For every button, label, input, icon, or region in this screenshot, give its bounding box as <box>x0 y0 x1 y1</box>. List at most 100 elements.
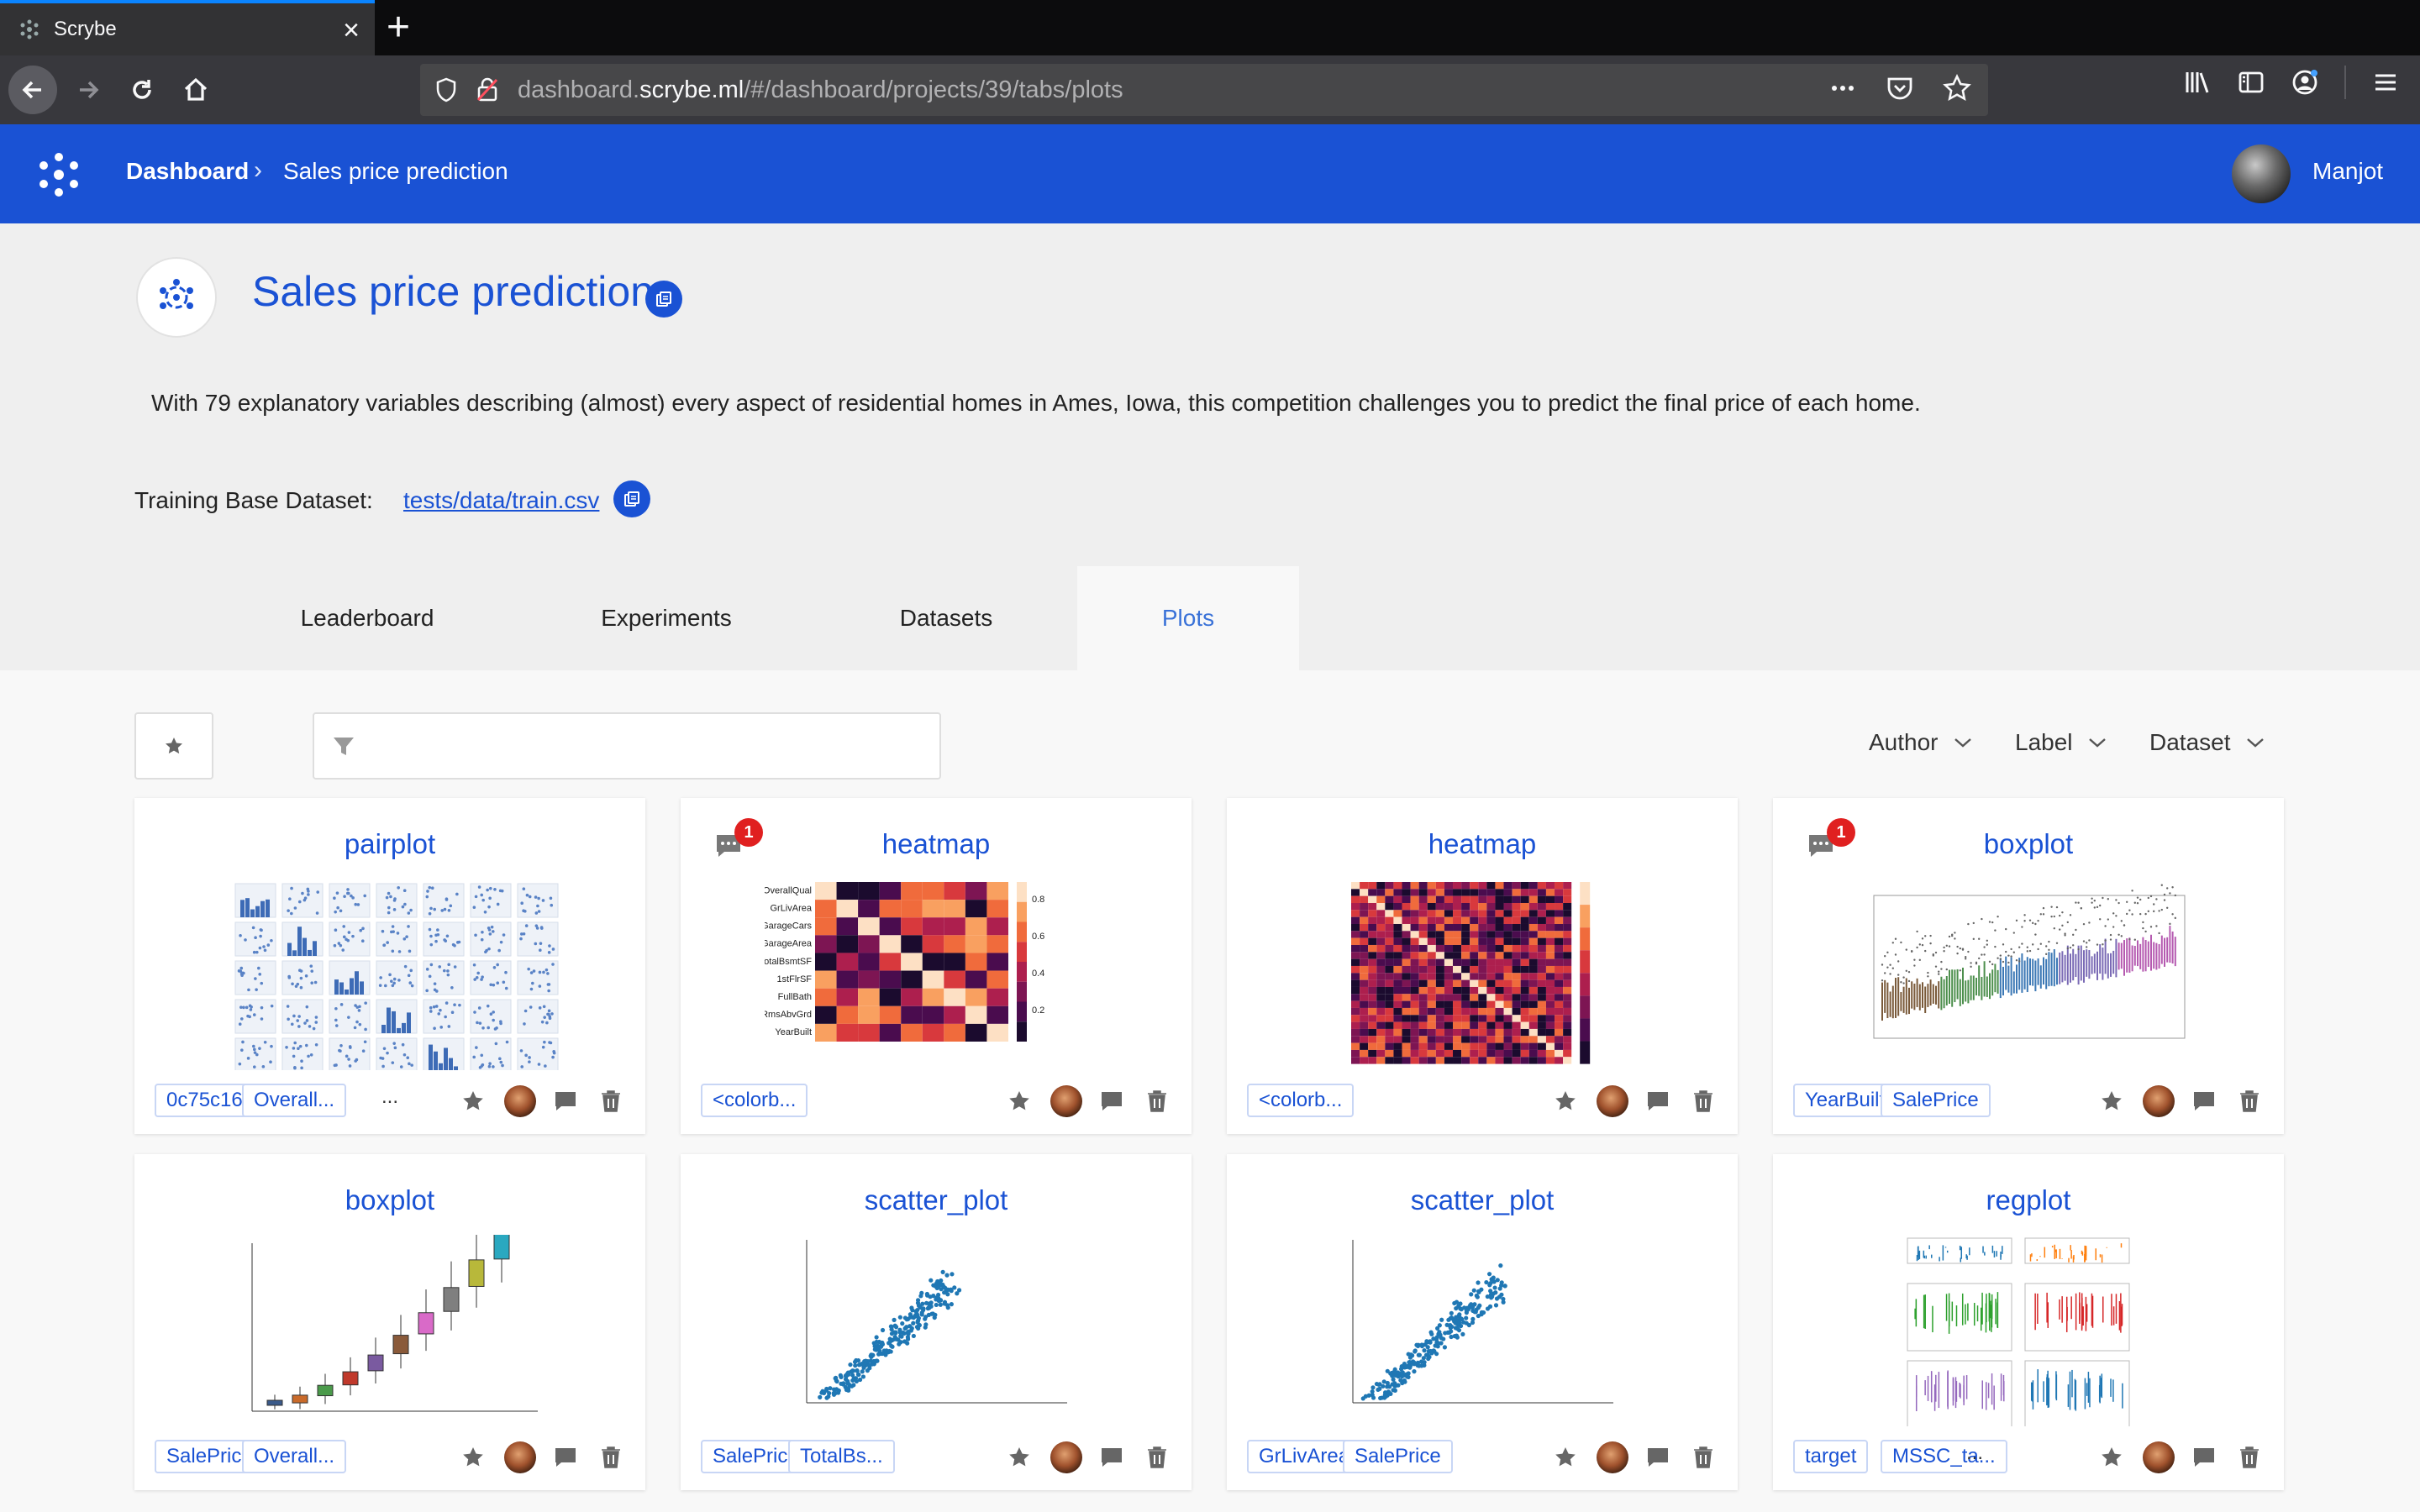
plot-card-title[interactable]: pairplot <box>134 828 645 860</box>
trash-icon[interactable] <box>1144 1445 1170 1470</box>
shield-icon[interactable] <box>435 77 457 102</box>
plot-thumbnail[interactable] <box>1311 879 1654 1070</box>
library-icon[interactable] <box>2183 68 2212 97</box>
more-tags-ellipsis[interactable]: ... <box>381 1085 398 1109</box>
tab-experiments[interactable]: Experiments <box>555 566 778 670</box>
pairplot-point <box>430 886 434 890</box>
plot-thumbnail[interactable] <box>218 879 561 1070</box>
trash-icon[interactable] <box>2237 1445 2262 1470</box>
author-avatar[interactable] <box>1597 1441 1628 1473</box>
star-icon[interactable] <box>2099 1445 2124 1470</box>
home-button[interactable] <box>171 66 220 114</box>
plot-thumbnail[interactable] <box>218 1235 561 1426</box>
plot-card[interactable]: heatmap 1 OverallQual GrLivArea GarageCars Ga… <box>681 798 1192 1134</box>
plot-thumbnail[interactable] <box>765 1235 1107 1426</box>
tab-leaderboard[interactable]: Leaderboard <box>252 566 482 670</box>
plot-thumbnail[interactable]: OverallQualGrLivAreaGarageCarsGarageArea… <box>765 879 1107 1070</box>
comment-icon[interactable] <box>2191 1089 2217 1114</box>
plot-tag[interactable]: TotalBs... <box>788 1440 895 1473</box>
plot-search-input[interactable] <box>313 712 941 780</box>
plot-card[interactable]: boxplot SalePrice Overall... <box>134 1154 645 1490</box>
comment-icon[interactable] <box>2191 1445 2217 1470</box>
plot-tag[interactable]: SalePrice <box>1881 1084 1991 1117</box>
address-bar[interactable]: dashboard.scrybe.ml/#/dashboard/projects… <box>420 64 1988 116</box>
back-button[interactable] <box>8 66 57 114</box>
dataset-dropdown[interactable]: Dataset <box>2149 729 2265 756</box>
plot-card[interactable]: boxplot 1 YearBuilt SalePrice <box>1773 798 2284 1134</box>
new-tab-icon[interactable]: + <box>387 5 410 50</box>
user-avatar[interactable] <box>2232 144 2291 203</box>
author-avatar[interactable] <box>504 1085 536 1117</box>
sidebar-icon[interactable] <box>2237 68 2265 97</box>
trash-icon[interactable] <box>1691 1445 1716 1470</box>
user-name[interactable]: Manjot <box>2312 158 2383 185</box>
star-icon[interactable] <box>1553 1089 1578 1114</box>
plot-thumbnail[interactable] <box>1311 1235 1654 1426</box>
author-avatar[interactable] <box>1050 1085 1082 1117</box>
label-dropdown[interactable]: Label <box>2015 729 2107 756</box>
plot-card-title[interactable]: scatter_plot <box>1227 1184 1738 1216</box>
insecure-lock-icon[interactable] <box>476 77 499 102</box>
more-tags-ellipsis[interactable]: ... <box>1966 1441 1983 1465</box>
reload-button[interactable] <box>118 66 166 114</box>
plot-card-title[interactable]: boxplot <box>134 1184 645 1216</box>
bookmark-star-icon[interactable] <box>1943 74 1971 102</box>
plot-tag[interactable]: SalePrice <box>1343 1440 1453 1473</box>
forward-button[interactable] <box>64 66 113 114</box>
comment-icon[interactable] <box>553 1445 578 1470</box>
plot-tag[interactable]: <colorb... <box>701 1084 808 1117</box>
tab-plots[interactable]: Plots <box>1077 566 1299 670</box>
comment-icon[interactable] <box>1645 1445 1670 1470</box>
trash-icon[interactable] <box>2237 1089 2262 1114</box>
star-icon[interactable] <box>460 1089 486 1114</box>
plot-card[interactable]: pairplot 0c75c16... Overall...... <box>134 798 645 1134</box>
plot-thumbnail[interactable] <box>1857 1235 2200 1426</box>
pocket-icon[interactable] <box>1886 74 1914 102</box>
plot-card[interactable]: heatmap <colorb... <box>1227 798 1738 1134</box>
plot-tag[interactable]: MSSC_ta... <box>1881 1440 2007 1473</box>
trash-icon[interactable] <box>598 1089 623 1114</box>
trash-icon[interactable] <box>1144 1089 1170 1114</box>
plot-card-title[interactable]: heatmap <box>1227 828 1738 860</box>
plot-card-title[interactable]: regplot <box>1773 1184 2284 1216</box>
plot-tag[interactable]: Overall... <box>242 1084 347 1117</box>
author-avatar[interactable] <box>504 1441 536 1473</box>
breadcrumb-dashboard[interactable]: Dashboard <box>126 158 249 185</box>
plot-card-title[interactable]: scatter_plot <box>681 1184 1192 1216</box>
author-avatar[interactable] <box>1050 1441 1082 1473</box>
plot-tag[interactable]: target <box>1793 1440 1869 1473</box>
close-tab-icon[interactable]: × <box>343 13 360 47</box>
star-icon[interactable] <box>1007 1445 1032 1470</box>
trash-icon[interactable] <box>598 1445 623 1470</box>
copy-dataset-button[interactable] <box>613 480 650 517</box>
trash-icon[interactable] <box>1691 1089 1716 1114</box>
star-icon[interactable] <box>1553 1445 1578 1470</box>
tab-datasets[interactable]: Datasets <box>862 566 1030 670</box>
plot-card[interactable]: regplot target MSSC_ta...... <box>1773 1154 2284 1490</box>
star-icon[interactable] <box>2099 1089 2124 1114</box>
plot-thumbnail[interactable] <box>1857 879 2200 1070</box>
training-dataset-link[interactable]: tests/data/train.csv <box>403 487 599 514</box>
menu-icon[interactable] <box>2371 68 2400 97</box>
plot-tag[interactable]: Overall... <box>242 1440 347 1473</box>
account-icon[interactable] <box>2291 68 2319 97</box>
starred-filter-button[interactable] <box>134 712 213 780</box>
scrybe-logo-icon[interactable] <box>34 150 84 200</box>
comment-icon[interactable] <box>1099 1445 1124 1470</box>
author-avatar[interactable] <box>2143 1085 2175 1117</box>
more-actions-icon[interactable] <box>1828 74 1857 102</box>
author-avatar[interactable] <box>1597 1085 1628 1117</box>
copy-project-id-button[interactable] <box>645 281 682 318</box>
plot-card[interactable]: scatter_plot SalePrice TotalBs... <box>681 1154 1192 1490</box>
author-dropdown[interactable]: Author <box>1869 729 1972 756</box>
url-text[interactable]: dashboard.scrybe.ml/#/dashboard/projects… <box>518 76 1123 104</box>
star-icon[interactable] <box>460 1445 486 1470</box>
comment-icon[interactable] <box>1099 1089 1124 1114</box>
plot-tag[interactable]: <colorb... <box>1247 1084 1355 1117</box>
comment-icon[interactable] <box>553 1089 578 1114</box>
author-avatar[interactable] <box>2143 1441 2175 1473</box>
browser-tab[interactable]: Scrybe × <box>0 0 375 55</box>
plot-card[interactable]: scatter_plot GrLivArea SalePrice <box>1227 1154 1738 1490</box>
comment-icon[interactable] <box>1645 1089 1670 1114</box>
star-icon[interactable] <box>1007 1089 1032 1114</box>
